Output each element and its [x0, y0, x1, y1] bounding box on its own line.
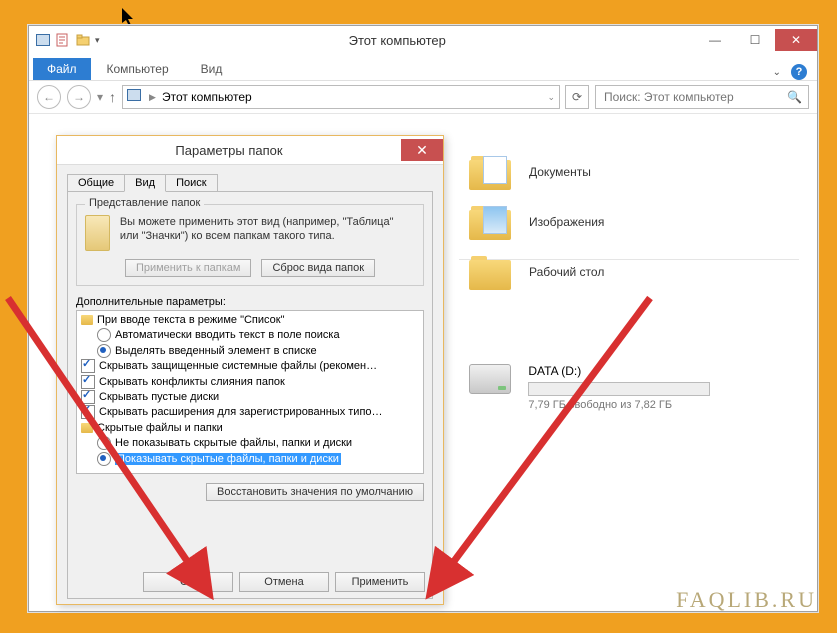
tree-node-selected: Показывать скрытые файлы, папки и диски [115, 453, 341, 465]
advanced-settings-tree[interactable]: При вводе текста в режиме "Список" Автом… [76, 310, 424, 474]
ribbon-tab-computer[interactable]: Компьютер [91, 58, 185, 80]
folder-label: Изображения [529, 215, 604, 229]
search-input[interactable] [602, 89, 787, 105]
dialog-title: Параметры папок [57, 143, 401, 158]
forward-button[interactable]: → [67, 85, 91, 109]
tree-node: Скрывать пустые диски [99, 391, 219, 403]
drive-label: DATA (D:) [528, 364, 710, 378]
ribbon-tabstrip: Файл Компьютер Вид ⌄ ? [29, 54, 817, 81]
tree-folder-icon [81, 315, 93, 325]
back-button[interactable]: ← [37, 85, 61, 109]
navigation-bar: ← → ▾ ↑ ▶ Этот компьютер ⌄ ⟳ 🔍 [29, 81, 817, 114]
close-button[interactable]: ✕ [775, 29, 817, 51]
dialog-tab-view[interactable]: Вид [124, 174, 166, 192]
address-bar[interactable]: ▶ Этот компьютер ⌄ [122, 85, 560, 109]
folder-item-desktop[interactable]: Рабочий стол [469, 254, 604, 290]
maximize-button[interactable]: ☐ [735, 29, 775, 51]
folder-icon [469, 154, 511, 190]
tree-node: Скрывать конфликты слияния папок [99, 376, 285, 388]
tree-node: Автоматически вводить текст в поле поиск… [115, 329, 340, 341]
apply-button[interactable]: Применить [335, 572, 425, 592]
window-title: Этот компьютер [100, 33, 695, 48]
ribbon-tab-view[interactable]: Вид [185, 58, 239, 80]
qat-properties-icon[interactable] [55, 32, 71, 48]
up-button[interactable]: ↑ [109, 89, 116, 105]
address-history-dropdown[interactable]: ⌄ [547, 92, 555, 103]
reset-folder-views-button[interactable]: Сброс вида папок [261, 259, 375, 277]
radio[interactable] [97, 436, 111, 450]
folder-options-dialog: Параметры папок ✕ Общие Вид Поиск Предст… [56, 135, 444, 605]
ribbon-expand-icon[interactable]: ⌄ [773, 67, 781, 78]
folder-icon [469, 204, 511, 240]
folder-item-documents[interactable]: Документы [469, 154, 604, 190]
dialog-tab-search[interactable]: Поиск [165, 174, 217, 192]
folder-label: Документы [529, 165, 591, 179]
search-icon[interactable]: 🔍 [787, 90, 802, 104]
folder-views-text: Вы можете применить этот вид (например, … [120, 215, 415, 251]
checkbox[interactable] [81, 405, 95, 419]
ok-button[interactable]: OK [143, 572, 233, 592]
breadcrumb-separator-icon[interactable]: ▶ [149, 92, 156, 103]
dialog-close-button[interactable]: ✕ [401, 139, 443, 161]
drive-free-space: 7,79 ГБ свободно из 7,82 ГБ [528, 399, 710, 411]
address-bar-text: Этот компьютер [162, 90, 252, 104]
radio[interactable] [97, 452, 111, 466]
refresh-button[interactable]: ⟳ [565, 85, 589, 109]
drive-item[interactable]: DATA (D:) 7,79 ГБ свободно из 7,82 ГБ [469, 364, 710, 411]
this-pc-icon [127, 89, 143, 105]
folder-label: Рабочий стол [529, 265, 604, 279]
drive-usage-bar [528, 382, 710, 396]
hard-drive-icon [469, 364, 511, 394]
folder-views-icon [85, 215, 110, 251]
system-menu-icon[interactable] [35, 32, 51, 48]
search-box[interactable]: 🔍 [595, 85, 809, 109]
watermark: FAQLIB.RU [676, 587, 817, 613]
advanced-settings-label: Дополнительные параметры: [76, 296, 424, 308]
recent-locations-dropdown[interactable]: ▾ [97, 90, 103, 104]
dialog-tab-general[interactable]: Общие [67, 174, 125, 192]
folder-item-pictures[interactable]: Изображения [469, 204, 604, 240]
group-legend: Представление папок [85, 197, 204, 209]
checkbox[interactable] [81, 390, 95, 404]
restore-defaults-button[interactable]: Восстановить значения по умолчанию [206, 483, 424, 501]
tree-node: При вводе текста в режиме "Список" [97, 314, 284, 326]
checkbox[interactable] [81, 359, 95, 373]
title-bar: ▾ Этот компьютер — ☐ ✕ [29, 26, 817, 54]
checkbox[interactable] [81, 375, 95, 389]
tree-node: Скрывать расширения для зарегистрированн… [99, 406, 383, 418]
tree-node: Скрытые файлы и папки [97, 422, 223, 434]
cancel-button[interactable]: Отмена [239, 572, 329, 592]
tree-node: Не показывать скрытые файлы, папки и дис… [115, 437, 352, 449]
radio[interactable] [97, 328, 111, 342]
tree-folder-icon [81, 423, 93, 433]
minimize-button[interactable]: — [695, 29, 735, 51]
qat-new-folder-icon[interactable] [75, 32, 91, 48]
file-tab[interactable]: Файл [33, 58, 91, 80]
apply-to-folders-button[interactable]: Применить к папкам [125, 259, 252, 277]
folder-icon [469, 254, 511, 290]
folder-views-group: Представление папок Вы можете применить … [76, 204, 424, 286]
radio[interactable] [97, 344, 111, 358]
tree-node: Выделять введенный элемент в списке [115, 345, 317, 357]
help-icon[interactable]: ? [791, 64, 807, 80]
tree-node: Скрывать защищенные системные файлы (рек… [99, 360, 377, 372]
